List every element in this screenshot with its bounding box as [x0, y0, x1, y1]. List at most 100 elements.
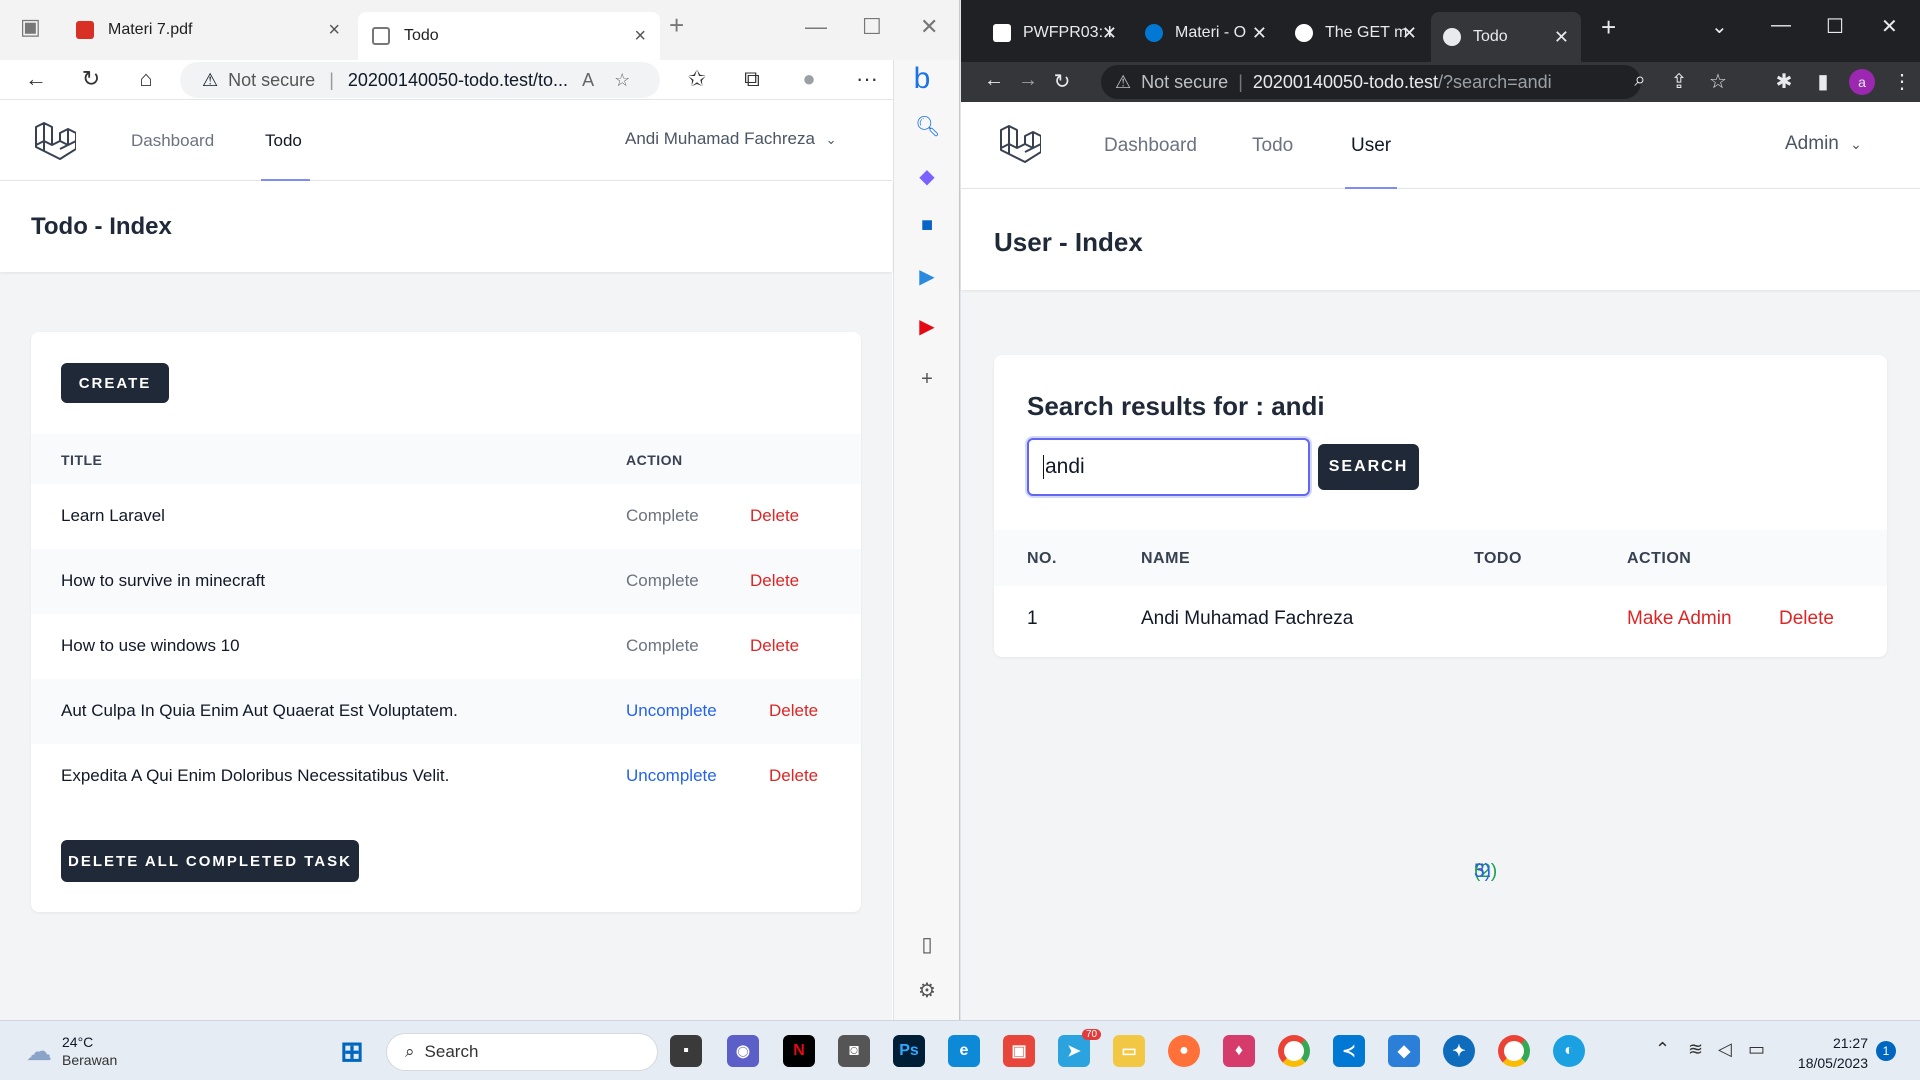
forward-icon[interactable]: → [1015, 69, 1041, 92]
more-icon[interactable]: ⋮ [1889, 69, 1915, 94]
delete-link[interactable]: Delete [750, 636, 799, 656]
uncomplete-link[interactable]: Uncomplete [626, 766, 717, 786]
close-window-icon[interactable]: ✕ [920, 14, 938, 40]
laravel-logo-icon[interactable] [997, 122, 1041, 166]
volume-icon[interactable]: ◁ [1718, 1039, 1732, 1060]
new-tab-icon[interactable]: + [1601, 12, 1616, 43]
chevron-up-icon[interactable]: ⌃ [1655, 1039, 1670, 1060]
settings-icon[interactable]: ⚙ [915, 978, 939, 1002]
refresh-icon[interactable]: ↻ [77, 66, 105, 92]
add-favorite-icon[interactable]: ☆ [614, 70, 630, 91]
file-explorer-icon[interactable]: ▭ [1113, 1035, 1145, 1067]
nav-user[interactable]: User [1351, 135, 1391, 157]
back-icon[interactable]: ← [22, 66, 50, 92]
chrome-taskbar-icon[interactable] [1278, 1035, 1310, 1067]
maximize-icon[interactable]: ☐ [862, 14, 882, 40]
photoshop-icon[interactable]: Ps [893, 1035, 925, 1067]
complete-link[interactable]: Complete [626, 636, 699, 656]
weather-widget[interactable]: ☁ 24°C Berawan [26, 1033, 117, 1069]
sidebar-toggle-icon[interactable]: ▯ [915, 932, 939, 956]
vscode-icon[interactable]: ≺ [1333, 1035, 1365, 1067]
read-aloud-icon[interactable]: A [582, 70, 594, 91]
firefox-icon[interactable]: ● [1168, 1035, 1200, 1067]
notification-badge[interactable]: 1 [1876, 1041, 1896, 1061]
profile-icon[interactable]: ● [795, 66, 823, 92]
search-icon[interactable]: 🔍︎ [915, 114, 940, 138]
edge-taskbar-icon[interactable]: e [948, 1035, 980, 1067]
complete-link[interactable]: Complete [626, 571, 699, 591]
outlook-icon[interactable]: ■ [915, 214, 939, 238]
nav-todo[interactable]: Todo [1252, 135, 1293, 157]
app-icon-4[interactable]: ◐ [1553, 1035, 1585, 1067]
address-bar[interactable]: ⚠ Not secure | 20200140050-todo.test/to.… [180, 62, 660, 98]
delete-completed-button[interactable]: DELETE ALL COMPLETED TASK [61, 840, 359, 882]
app-icon[interactable]: ▣ [1003, 1035, 1035, 1067]
minimize-icon[interactable]: — [1771, 14, 1791, 37]
telegram-sidebar-icon[interactable]: ▶ [915, 264, 939, 288]
tab-todo[interactable]: Todo ✕ [1431, 12, 1581, 62]
close-icon[interactable]: ✕ [1252, 23, 1267, 44]
create-button[interactable]: CREATE [61, 363, 169, 403]
refresh-icon[interactable]: ↻ [1049, 69, 1075, 94]
side-panel-icon[interactable]: ▮ [1810, 69, 1836, 94]
delete-link[interactable]: Delete [750, 506, 799, 526]
chrome-profile-taskbar-icon[interactable] [1498, 1035, 1530, 1067]
search-input[interactable]: andi [1027, 438, 1310, 496]
uncomplete-link[interactable]: Uncomplete [626, 701, 717, 721]
new-tab-icon[interactable]: + [669, 10, 684, 41]
netflix-icon[interactable]: N [783, 1035, 815, 1067]
tab-pwfpr03[interactable]: PWFPR03: I ✕ [981, 16, 1129, 50]
user-menu[interactable]: Andi Muhamad Fachreza ⌄ [625, 129, 837, 149]
maximize-icon[interactable]: ☐ [1826, 14, 1844, 39]
camera-icon[interactable]: ◙ [838, 1035, 870, 1067]
delete-link[interactable]: Delete [769, 701, 818, 721]
bookmark-star-icon[interactable]: ☆ [1705, 69, 1731, 94]
teams-icon[interactable]: ◉ [727, 1035, 759, 1067]
close-icon[interactable]: × [328, 19, 340, 42]
tab-todo[interactable]: Todo × [358, 12, 660, 60]
tab-materi-onedrive[interactable]: Materi - O ✕ [1133, 16, 1279, 50]
office-icon[interactable]: ◆ [915, 164, 939, 188]
profile-avatar[interactable]: a [1849, 69, 1875, 95]
tab-get-method[interactable]: The GET m ✕ [1283, 16, 1429, 50]
search-button[interactable]: SEARCH [1318, 444, 1419, 490]
minimize-icon[interactable]: — [805, 14, 827, 40]
security-icon[interactable]: ◆ [1388, 1035, 1420, 1067]
nav-dashboard[interactable]: Dashboard [131, 131, 214, 151]
app-icon-2[interactable]: ♦ [1223, 1035, 1255, 1067]
delete-link[interactable]: Delete [1779, 608, 1834, 630]
start-icon[interactable]: ⊞ [336, 1035, 368, 1067]
complete-link[interactable]: Complete [626, 506, 699, 526]
battery-icon[interactable]: ▭ [1748, 1039, 1765, 1060]
close-icon[interactable]: ✕ [1102, 23, 1117, 44]
close-window-icon[interactable]: ✕ [1881, 14, 1898, 39]
nav-todo[interactable]: Todo [265, 131, 302, 151]
zoom-icon[interactable]: ⌕ [1627, 69, 1653, 92]
back-icon[interactable]: ← [981, 69, 1007, 92]
tab-search-icon[interactable]: ⌄ [1711, 14, 1728, 39]
delete-link[interactable]: Delete [769, 766, 818, 786]
make-admin-link[interactable]: Make Admin [1627, 608, 1732, 630]
home-icon[interactable]: ⌂ [132, 66, 160, 92]
nav-dashboard[interactable]: Dashboard [1104, 135, 1197, 157]
extensions-icon[interactable]: ✱ [1771, 69, 1797, 94]
add-sidebar-icon[interactable]: + [915, 368, 939, 392]
tab-actions-icon[interactable]: ▣ [20, 14, 41, 40]
wifi-icon[interactable]: ≋ [1688, 1039, 1703, 1060]
close-icon[interactable]: × [634, 25, 646, 48]
collections-icon[interactable]: ⧉ [738, 66, 766, 92]
address-bar[interactable]: ⚠ Not secure | 20200140050-todo.test/?se… [1101, 65, 1641, 99]
task-view-icon[interactable]: ▪ [670, 1035, 702, 1067]
tab-materi-pdf[interactable]: Materi 7.pdf × [62, 12, 354, 48]
laravel-logo-icon[interactable] [32, 119, 76, 163]
close-icon[interactable]: ✕ [1402, 23, 1417, 44]
youtube-icon[interactable]: ▶ [915, 314, 939, 338]
more-icon[interactable]: ··· [853, 66, 881, 92]
share-icon[interactable]: ⇪ [1666, 69, 1692, 94]
admin-menu[interactable]: Admin ⌄ [1785, 133, 1862, 155]
favorites-icon[interactable]: ✩ [683, 66, 711, 92]
app-icon-3[interactable]: ✦ [1443, 1035, 1475, 1067]
close-icon[interactable]: ✕ [1554, 27, 1569, 48]
bing-icon[interactable]: b [910, 62, 934, 95]
clock[interactable]: 21:27 18/05/2023 [1788, 1033, 1868, 1073]
